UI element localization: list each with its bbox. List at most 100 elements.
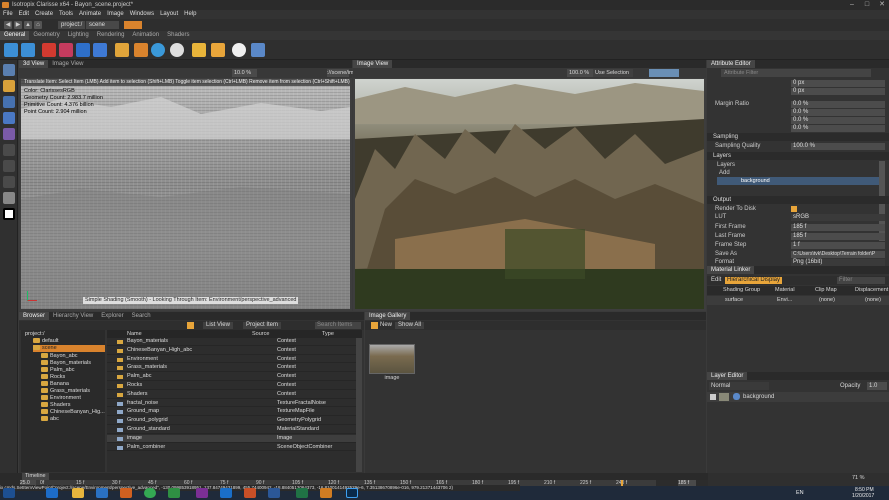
tree-node[interactable]: abc: [41, 416, 59, 423]
rendered-image[interactable]: [355, 79, 704, 309]
col-displacement[interactable]: Displacement: [855, 286, 888, 295]
list-row[interactable]: Palm_abc Context: [107, 373, 362, 381]
menu-create[interactable]: Create: [32, 10, 56, 19]
new-material-icon[interactable]: [115, 43, 129, 57]
first-frame-field[interactable]: 185 f: [791, 223, 885, 231]
tree-node[interactable]: Shaders: [41, 402, 71, 409]
new-item-icon[interactable]: [187, 322, 194, 329]
sampling-quality-field[interactable]: 100.0 %: [791, 142, 885, 150]
tab-explorer[interactable]: Explorer: [97, 312, 127, 320]
crumb-dropdown[interactable]: [107, 21, 119, 29]
new-cube-icon[interactable]: [76, 43, 90, 57]
tree-node[interactable]: Banana: [41, 381, 69, 388]
tree-node[interactable]: Environment: [41, 395, 81, 402]
tab-animation[interactable]: Animation: [128, 31, 163, 40]
tab-hierarchy-view[interactable]: Hierarchy View: [49, 312, 97, 320]
list-row[interactable]: fractal_noise TextureFractalNoise: [107, 400, 362, 408]
back-icon[interactable]: ◀: [4, 21, 12, 29]
ie-icon[interactable]: [46, 488, 58, 498]
col-name[interactable]: Name: [127, 330, 142, 338]
selection-mode-dropdown[interactable]: Use Selection: [593, 69, 633, 77]
breadcrumb-project[interactable]: project:/: [58, 21, 86, 29]
attribute-filter-input[interactable]: Attribute Filter: [721, 69, 871, 77]
3d-view-path[interactable]: ://scene/image: [327, 69, 363, 77]
menu-animate[interactable]: Animate: [76, 10, 104, 19]
clarisse-icon[interactable]: [320, 488, 332, 498]
home-icon[interactable]: ⌂: [34, 21, 42, 29]
tree-node-selected[interactable]: scene: [33, 345, 105, 352]
tab-general[interactable]: General: [0, 31, 30, 40]
layers-add-button[interactable]: Add: [707, 169, 889, 177]
new-scatterer-icon[interactable]: [151, 43, 165, 57]
edit-mode-button[interactable]: Edit: [711, 276, 721, 285]
explorer-icon[interactable]: [72, 488, 84, 498]
tab-image-view[interactable]: Image View: [48, 60, 87, 68]
word-icon[interactable]: [268, 488, 280, 498]
frame-step-field[interactable]: 1 f: [791, 241, 885, 249]
attr-value[interactable]: 0.0 %: [791, 116, 885, 124]
gallery-thumbnail[interactable]: [369, 344, 415, 374]
rotate-tool-icon[interactable]: [3, 96, 15, 108]
minimize-icon[interactable]: –: [845, 0, 859, 10]
attr-value[interactable]: 0 px: [791, 87, 885, 95]
tree-node[interactable]: Rocks: [41, 374, 65, 381]
hierarchical-display-button[interactable]: Hierarchical Display: [725, 277, 783, 284]
menu-tools[interactable]: Tools: [56, 10, 76, 19]
col-clip-map[interactable]: Clip Map: [815, 286, 837, 295]
new-context-icon[interactable]: [4, 43, 18, 57]
tab-search[interactable]: Search: [128, 312, 155, 320]
list-row[interactable]: Grass_materials Context: [107, 364, 362, 373]
format-dropdown[interactable]: Png (16bit): [791, 258, 885, 266]
blend-mode-dropdown[interactable]: Normal: [709, 382, 769, 390]
col-source[interactable]: Source: [252, 330, 269, 338]
list-row[interactable]: image Image: [107, 434, 362, 443]
tree-node[interactable]: project:/: [25, 331, 45, 338]
new-light-icon[interactable]: [42, 43, 56, 57]
list-scrollbar[interactable]: [356, 338, 362, 472]
tree-node[interactable]: Palm_abc: [41, 367, 74, 374]
paint-tool-icon[interactable]: [3, 192, 15, 204]
3d-zoom-field[interactable]: 10.0 %: [232, 69, 257, 77]
comment-icon[interactable]: [232, 43, 246, 57]
opacity-field[interactable]: 1.0: [867, 382, 887, 390]
new-geometry-icon[interactable]: [93, 43, 107, 57]
menu-edit[interactable]: Edit: [16, 10, 32, 19]
media-icon[interactable]: [96, 488, 108, 498]
list-view-dropdown[interactable]: List View: [203, 322, 233, 329]
excel-icon[interactable]: [296, 488, 308, 498]
gallery-new-button[interactable]: New: [380, 321, 392, 330]
attr-value[interactable]: 0.0 %: [791, 124, 885, 132]
menu-help[interactable]: Help: [181, 10, 199, 19]
camera-tool-icon[interactable]: [3, 144, 15, 156]
tab-geometry[interactable]: Geometry: [29, 31, 63, 40]
list-row[interactable]: Environment Context: [107, 356, 362, 364]
layer-name[interactable]: background: [743, 392, 774, 402]
tree-node[interactable]: ChineseBanyan_Hig...: [41, 409, 105, 416]
tab-3d-view[interactable]: 3d View: [19, 60, 49, 68]
list-row[interactable]: Rocks Context: [107, 382, 362, 390]
language-indicator[interactable]: EN: [796, 490, 804, 496]
tree-node[interactable]: Bayon_materials: [41, 360, 91, 367]
browser-search-input[interactable]: Search Items: [315, 322, 361, 329]
col-shading-group[interactable]: Shading Group: [723, 286, 760, 295]
tree-node[interactable]: Grass_materials: [41, 388, 90, 395]
app-icon-1[interactable]: [120, 488, 132, 498]
tab-shaders[interactable]: Shaders: [163, 31, 193, 40]
breadcrumb-scene[interactable]: scene: [86, 21, 109, 29]
chrome-icon[interactable]: [144, 488, 156, 498]
attr-value[interactable]: 0.0 %: [791, 100, 885, 108]
new-shape-icon[interactable]: [59, 43, 73, 57]
new-camera-icon[interactable]: [21, 43, 35, 57]
select-tool-icon[interactable]: [3, 64, 15, 76]
export-icon[interactable]: [211, 43, 225, 57]
col-type[interactable]: Type: [322, 330, 334, 338]
tree-node[interactable]: Bayon_abc: [41, 353, 78, 360]
menu-image[interactable]: Image: [104, 10, 127, 19]
tab-browser[interactable]: Browser: [19, 312, 50, 320]
col-material[interactable]: Material: [775, 286, 795, 295]
material-row[interactable]: surface Envi... (none) (none): [707, 296, 889, 305]
clip-map-value[interactable]: (none): [819, 296, 835, 305]
up-icon[interactable]: ▲: [24, 21, 32, 29]
layer-visibility-icon[interactable]: [710, 394, 716, 400]
scale-tool-icon[interactable]: [3, 112, 15, 124]
